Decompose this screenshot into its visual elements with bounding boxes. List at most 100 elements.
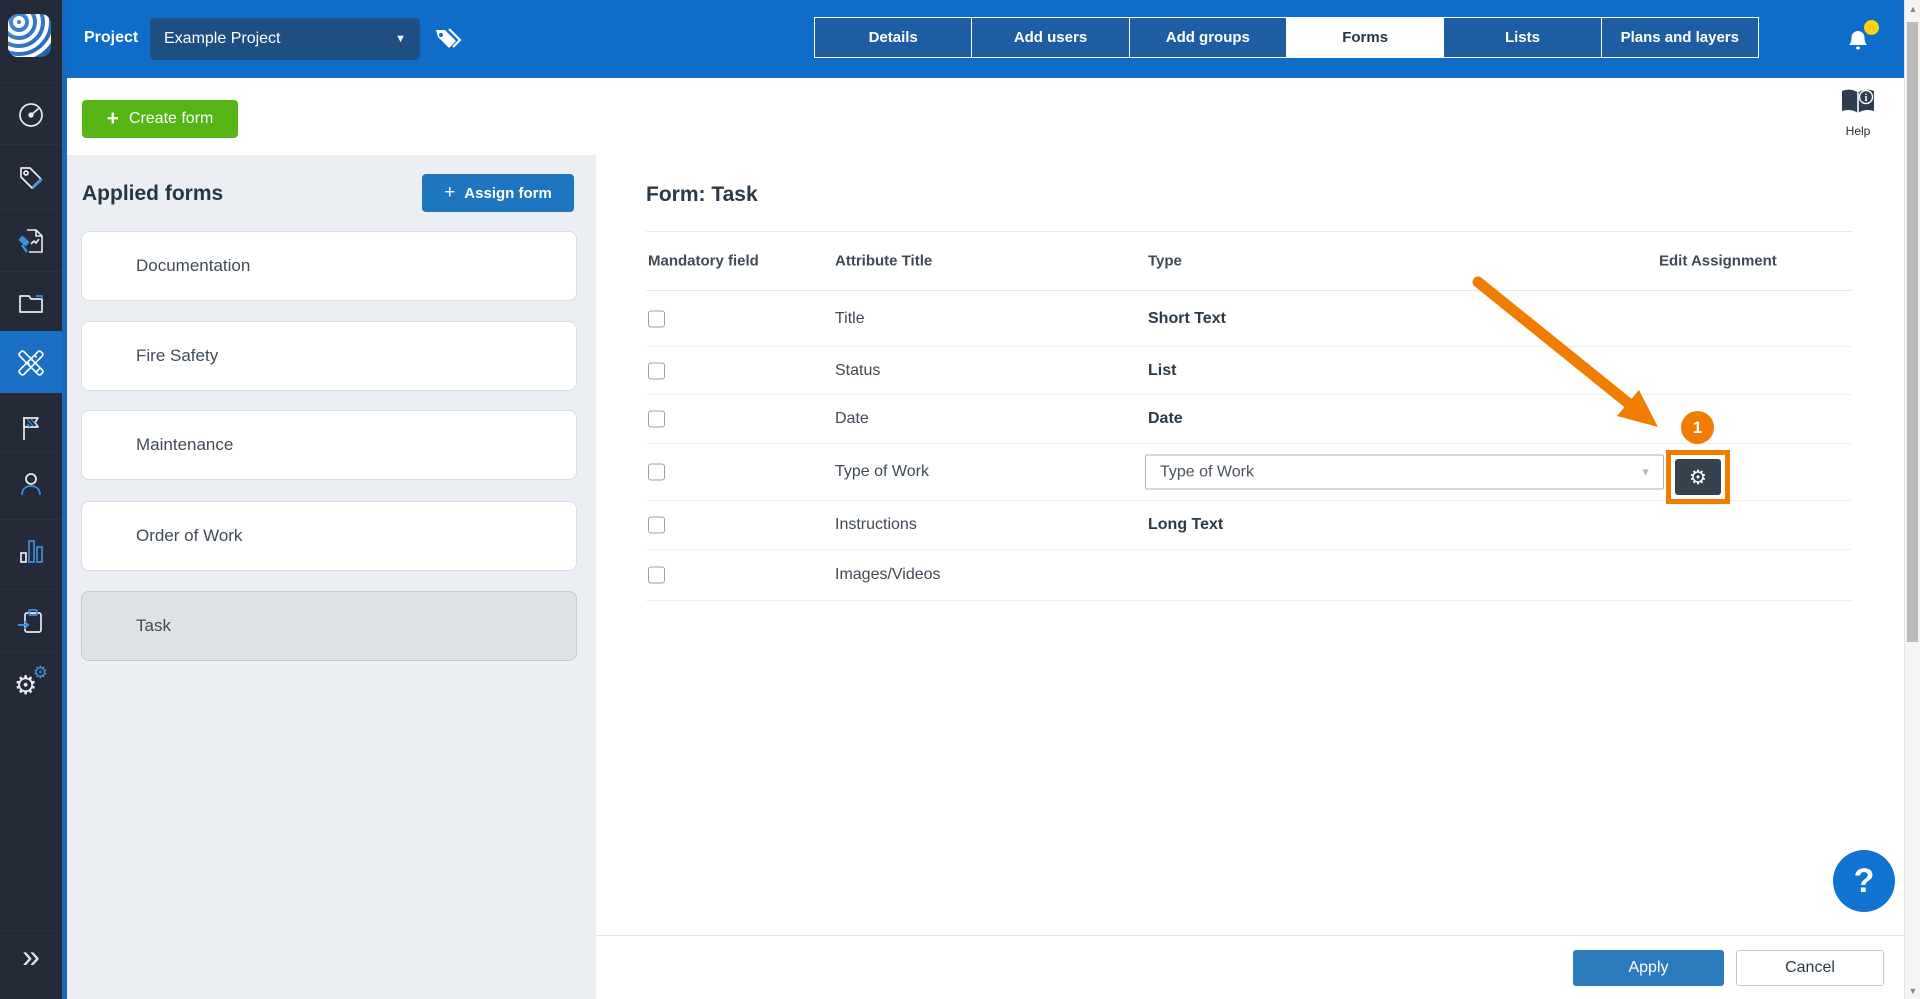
sidebar-item-dashboard[interactable] bbox=[0, 82, 62, 144]
top-header: Project Example Project ▼ Details Add us… bbox=[62, 0, 1904, 78]
person-icon bbox=[16, 469, 46, 499]
help-label: Help bbox=[1826, 124, 1890, 138]
attribute-cell: Images/Videos bbox=[835, 566, 941, 584]
table-row-instructions: Instructions Long Text bbox=[646, 501, 1852, 550]
scroll-up-icon: ▲ bbox=[1909, 4, 1918, 14]
notifications-button[interactable] bbox=[1845, 26, 1875, 56]
mandatory-checkbox[interactable] bbox=[648, 362, 665, 379]
attributes-table: Mandatory field Attribute Title Type Edi… bbox=[646, 231, 1852, 601]
mandatory-checkbox[interactable] bbox=[648, 464, 665, 481]
edit-assignment-gear-button[interactable]: ⚙ bbox=[1675, 459, 1721, 495]
project-tabs: Details Add users Add groups Forms Lists… bbox=[814, 17, 1759, 58]
app-root: { "icons": { "plus": "+", "caret_down": … bbox=[0, 0, 1920, 999]
type-cell: Short Text bbox=[1148, 310, 1226, 328]
assign-form-button[interactable]: + Assign form bbox=[422, 174, 574, 212]
project-selector[interactable]: Example Project ▼ bbox=[150, 18, 420, 60]
gauge-icon bbox=[16, 99, 46, 129]
assign-form-label: Assign form bbox=[464, 185, 552, 202]
caret-down-icon: ▼ bbox=[1640, 466, 1651, 478]
type-of-work-dropdown-value: Type of Work bbox=[1160, 463, 1254, 481]
tab-add-users[interactable]: Add users bbox=[971, 18, 1128, 57]
tab-plans-and-layers[interactable]: Plans and layers bbox=[1601, 18, 1758, 57]
mandatory-checkbox[interactable] bbox=[648, 567, 665, 584]
col-header-type: Type bbox=[1148, 253, 1182, 270]
form-card-fire-safety[interactable]: Fire Safety bbox=[81, 321, 577, 391]
sidebar-item-settings[interactable]: ⚙ ⚙ bbox=[0, 652, 62, 714]
sidebar-item-documents[interactable] bbox=[0, 271, 62, 333]
scroll-up-button[interactable]: ▲ bbox=[1905, 0, 1920, 17]
folder-icon bbox=[16, 288, 46, 318]
svg-text:i: i bbox=[1865, 93, 1868, 104]
tab-lists[interactable]: Lists bbox=[1443, 18, 1600, 57]
question-mark-icon: ? bbox=[1854, 862, 1875, 901]
mandatory-checkbox[interactable] bbox=[648, 517, 665, 534]
form-card-documentation[interactable]: Documentation bbox=[81, 231, 577, 301]
table-row-date: Date Date bbox=[646, 395, 1852, 444]
scroll-down-icon: ▼ bbox=[1909, 986, 1918, 996]
attribute-cell: Title bbox=[835, 310, 865, 328]
mandatory-checkbox[interactable] bbox=[648, 310, 665, 327]
plus-icon: + bbox=[444, 184, 455, 202]
type-cell: Long Text bbox=[1148, 516, 1223, 534]
sidebar-collapse-button[interactable]: » bbox=[0, 930, 62, 982]
floating-help-button[interactable]: ? bbox=[1833, 850, 1895, 912]
form-card-maintenance[interactable]: Maintenance bbox=[81, 410, 577, 480]
table-row-type-of-work: Type of Work Type of Work ▼ ⚙ bbox=[646, 444, 1852, 501]
form-card-task[interactable]: Task bbox=[81, 591, 577, 661]
attribute-cell: Date bbox=[835, 410, 869, 428]
report-hammer-icon bbox=[16, 226, 46, 256]
col-header-edit-assignment: Edit Assignment bbox=[1659, 253, 1777, 270]
tags-icon bbox=[434, 26, 462, 52]
sidebar-item-statistics[interactable] bbox=[0, 519, 62, 581]
table-row-images-videos: Images/Videos bbox=[646, 550, 1852, 601]
form-card-order-of-work[interactable]: Order of Work bbox=[81, 501, 577, 571]
scroll-down-button[interactable]: ▼ bbox=[1905, 982, 1920, 999]
create-form-button[interactable]: + Create form bbox=[82, 100, 238, 138]
mandatory-checkbox[interactable] bbox=[648, 411, 665, 428]
sidebar: ⚙ ⚙ » bbox=[0, 0, 62, 999]
type-cell: Date bbox=[1148, 410, 1183, 428]
page-scrollbar[interactable]: ▲ ▼ bbox=[1904, 0, 1920, 999]
sidebar-item-reports[interactable] bbox=[0, 209, 62, 271]
applied-forms-panel: Applied forms + Assign form Documentatio… bbox=[67, 155, 596, 999]
attribute-cell: Instructions bbox=[835, 516, 917, 534]
sidebar-item-flags[interactable] bbox=[0, 396, 62, 458]
type-of-work-dropdown[interactable]: Type of Work ▼ bbox=[1145, 455, 1664, 490]
tag-icon bbox=[16, 161, 46, 191]
tab-forms[interactable]: Forms bbox=[1286, 18, 1443, 57]
cancel-button[interactable]: Cancel bbox=[1736, 950, 1884, 986]
bar-chart-icon bbox=[16, 536, 46, 566]
sidebar-item-forms-tools[interactable] bbox=[0, 331, 62, 393]
scrollbar-thumb[interactable] bbox=[1907, 22, 1918, 642]
col-header-mandatory: Mandatory field bbox=[648, 253, 759, 270]
table-header-row: Mandatory field Attribute Title Type Edi… bbox=[646, 231, 1852, 291]
double-chevron-right-icon: » bbox=[22, 938, 40, 975]
attribute-cell: Type of Work bbox=[835, 463, 929, 481]
notification-badge bbox=[1864, 20, 1879, 35]
type-cell: List bbox=[1148, 362, 1176, 380]
help-widget[interactable]: i Help bbox=[1826, 86, 1890, 138]
caret-down-icon: ▼ bbox=[395, 33, 406, 45]
sidebar-item-users[interactable] bbox=[0, 452, 62, 514]
sidebar-item-tags[interactable] bbox=[0, 144, 62, 206]
tab-details[interactable]: Details bbox=[815, 18, 971, 57]
table-row-title: Title Short Text bbox=[646, 291, 1852, 347]
project-selector-value: Example Project bbox=[164, 30, 281, 48]
plus-icon: + bbox=[107, 109, 119, 129]
table-row-status: Status List bbox=[646, 347, 1852, 395]
apply-button[interactable]: Apply bbox=[1573, 950, 1724, 986]
create-form-label: Create form bbox=[129, 110, 213, 128]
ruler-pencil-icon bbox=[15, 347, 47, 379]
gear-icon: ⚙ bbox=[1689, 465, 1707, 490]
form-detail-title: Form: Task bbox=[646, 183, 758, 207]
app-logo-icon[interactable] bbox=[8, 14, 51, 57]
help-book-icon: i bbox=[1839, 86, 1877, 116]
annotation-step-badge: 1 bbox=[1681, 411, 1714, 444]
project-tags-button[interactable] bbox=[434, 26, 462, 57]
col-header-attribute: Attribute Title bbox=[835, 253, 932, 270]
sidebar-item-transfer[interactable] bbox=[0, 589, 62, 651]
tab-add-groups[interactable]: Add groups bbox=[1129, 18, 1286, 57]
annotation-highlight-frame: ⚙ bbox=[1666, 450, 1730, 504]
sidebar-accent-line bbox=[62, 0, 67, 999]
gears-icon: ⚙ ⚙ bbox=[14, 668, 48, 700]
